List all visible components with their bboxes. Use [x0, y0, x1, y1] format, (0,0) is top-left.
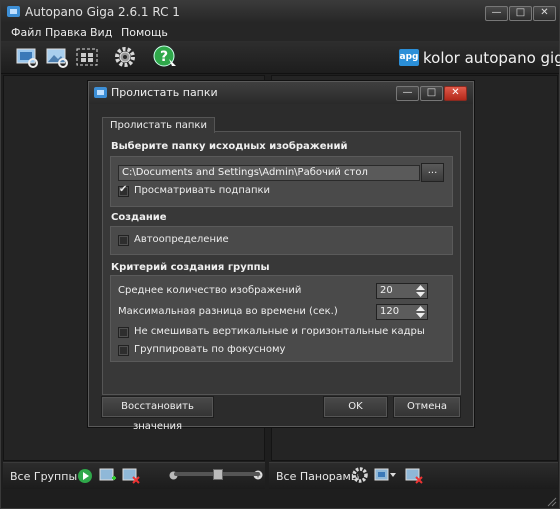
svg-text:?: ?	[160, 49, 168, 65]
spinner-arrows-icon[interactable]	[416, 306, 425, 318]
remove-panorama-icon[interactable]	[405, 467, 423, 485]
creation-section-title: Создание	[111, 212, 167, 223]
autodetect-checkbox[interactable]	[118, 235, 129, 246]
group-criteria-group: Среднее количество изображений 20 Максим…	[110, 275, 453, 362]
app-window: Autopano Giga 2.6.1 RC 1 — □ ✕ Файл Прав…	[0, 0, 560, 509]
tab-panel: Выберите папку исходных изображений C:\D…	[102, 131, 461, 395]
zoom-slider[interactable]	[174, 469, 260, 480]
dialog-title: Пролистать папки	[111, 86, 218, 99]
app-icon	[7, 6, 20, 17]
minimize-button[interactable]: —	[485, 6, 508, 21]
max-time-label: Максимальная разница во времени (сек.)	[118, 306, 338, 317]
render-dropdown-icon[interactable]	[374, 467, 398, 483]
settings-gear-icon[interactable]	[113, 45, 137, 69]
close-button[interactable]: ✕	[533, 6, 556, 21]
resize-grip-icon[interactable]	[545, 495, 557, 507]
all-panoramas-label: Все Панорамы	[276, 470, 360, 483]
source-path-input[interactable]: C:\Documents and Settings\Admin\Рабочий …	[118, 165, 420, 181]
browse-folders-dialog: Пролистать папки — □ ✕ Пролистать папки …	[88, 81, 474, 432]
panoramas-bottom-bar: Все Панорамы	[269, 462, 558, 489]
title-bar: Autopano Giga 2.6.1 RC 1 — □ ✕	[1, 1, 559, 23]
all-groups-label: Все Группы	[10, 470, 78, 483]
brand: apg kolor autopano giga	[399, 49, 560, 67]
ok-button[interactable]: OK	[323, 396, 388, 418]
menu-edit[interactable]: Правка	[45, 26, 87, 39]
help-icon[interactable]: ?	[153, 45, 177, 69]
cancel-button[interactable]: Отмена	[393, 396, 461, 418]
tab-browse-folders[interactable]: Пролистать папки	[102, 117, 215, 133]
window-title: Autopano Giga 2.6.1 RC 1	[25, 5, 180, 19]
subfolders-checkbox[interactable]	[118, 184, 129, 197]
avg-images-spinbox[interactable]: 20	[376, 283, 428, 299]
max-time-spinbox[interactable]: 120	[376, 304, 428, 320]
menu-file[interactable]: Файл	[11, 26, 41, 39]
play-icon[interactable]	[77, 468, 93, 484]
dialog-close-button[interactable]: ✕	[444, 86, 467, 101]
dialog-minimize-button[interactable]: —	[396, 86, 419, 101]
spinner-arrows-icon[interactable]	[416, 285, 425, 297]
subfolders-label: Просматривать подпапки	[134, 185, 271, 196]
browse-button[interactable]: ...	[421, 163, 444, 182]
batch-icon[interactable]	[75, 45, 99, 69]
toolbar: ? apg kolor autopano giga	[1, 41, 560, 74]
zoom-slider-knob[interactable]	[213, 469, 223, 480]
menu-help[interactable]: Помощь	[121, 26, 168, 39]
max-time-value: 120	[380, 306, 400, 317]
restore-defaults-button[interactable]: Восстановить значения	[101, 396, 214, 432]
no-mix-label: Не смешивать вертикальные и горизонтальн…	[134, 326, 425, 337]
remove-group-icon[interactable]	[122, 467, 140, 485]
import-images-icon[interactable]	[15, 45, 39, 69]
menu-view[interactable]: Вид	[90, 26, 112, 39]
brand-logo: apg	[399, 49, 419, 66]
creation-group: Автоопределение	[110, 226, 453, 255]
detect-icon[interactable]	[45, 45, 69, 69]
no-mix-checkbox[interactable]	[118, 327, 129, 338]
add-group-icon[interactable]	[99, 467, 117, 485]
avg-images-label: Среднее количество изображений	[118, 285, 302, 296]
brand-text: kolor autopano giga	[423, 49, 560, 67]
dialog-maximize-button[interactable]: □	[420, 86, 443, 101]
dialog-title-bar: Пролистать папки — □ ✕	[89, 82, 473, 104]
maximize-button[interactable]: □	[509, 6, 532, 21]
focus-label: Группировать по фокусному	[134, 344, 286, 355]
avg-images-value: 20	[380, 285, 393, 296]
dialog-app-icon	[94, 87, 107, 98]
panorama-settings-gear-icon[interactable]	[351, 466, 369, 484]
autodetect-label: Автоопределение	[134, 234, 229, 245]
source-section-title: Выберите папку исходных изображений	[111, 141, 348, 152]
focus-checkbox[interactable]	[118, 345, 129, 356]
menu-bar: Файл Правка Вид Помощь	[1, 23, 559, 41]
group-section-title: Критерий создания группы	[111, 262, 270, 273]
source-group: C:\Documents and Settings\Admin\Рабочий …	[110, 156, 453, 207]
